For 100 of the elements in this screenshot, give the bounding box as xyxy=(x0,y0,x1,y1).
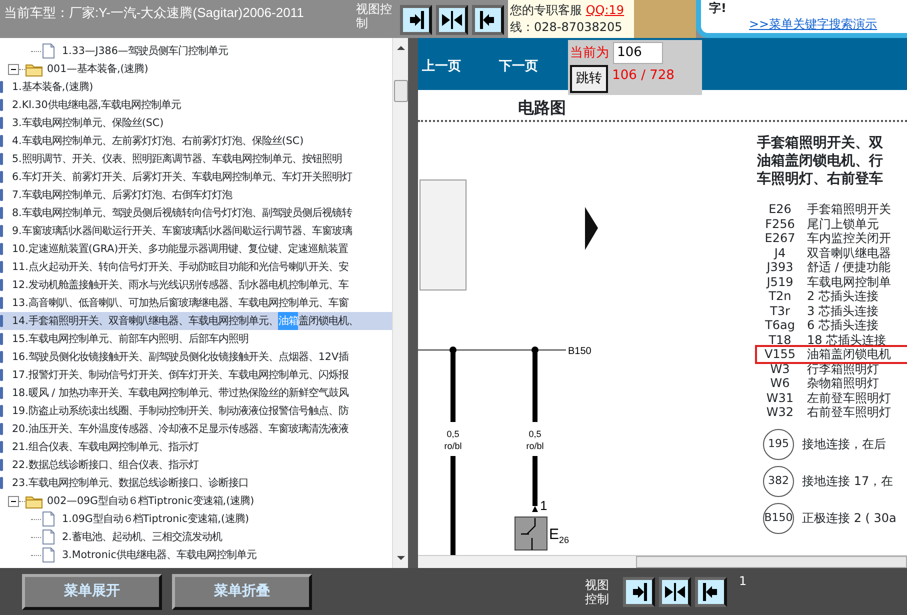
arrow-marker-icon xyxy=(585,207,598,250)
legend-code: W31 xyxy=(765,390,795,405)
bus-label: B150 xyxy=(568,346,592,357)
view-control-label: 视图控制 xyxy=(356,1,393,32)
page-icon xyxy=(0,296,4,310)
wire-label: ro/bl xyxy=(526,441,544,451)
page-number: 1 xyxy=(739,573,747,590)
tree-item[interactable]: 7.车载电网控制单元、后雾灯灯泡、右倒车灯灯泡 xyxy=(0,186,392,204)
tree-item[interactable]: 20.油压开关、车外温度传感器、冷却液不足显示传感器、车窗玻璃清洗液液 xyxy=(0,420,392,438)
tree-item[interactable]: 1.基本装备,(速腾) xyxy=(0,78,392,96)
page-icon xyxy=(0,278,4,292)
service-phone: 线：028-87038205 xyxy=(510,19,624,36)
tree-item[interactable]: 1.09G型自动６档Tiptronic变速箱,(速腾) xyxy=(0,510,392,528)
legend-description: 双音喇叭继电器 xyxy=(807,246,891,260)
legend-code: J4 xyxy=(772,246,787,260)
connection-description: 正极连接 2 ( 30a xyxy=(802,510,896,527)
page-icon xyxy=(0,188,4,202)
legend-code: E267 xyxy=(764,231,796,246)
horizontal-scrollbar[interactable] xyxy=(418,555,907,568)
legend-description: 手套箱照明开关 xyxy=(807,202,891,216)
page-icon xyxy=(0,152,4,166)
tree-item[interactable]: 11.点火起动开关、转向信号灯开关、手动防眩目功能和光信号喇叭开关、安 xyxy=(0,258,392,276)
tree-item[interactable]: 5.照明调节、开关、仪表、照明距离调节器、车载电网控制单元、按钮照明 xyxy=(0,150,392,168)
tree-item[interactable]: 8.车载电网控制单元、驾驶员侧后视镜转向信号灯灯泡、副驾驶员侧后视镜转 xyxy=(0,204,392,222)
qq-link[interactable]: QQ:19 xyxy=(586,3,624,17)
tree-item[interactable]: 23.车载电网控制单元、数据总线诊断接口、诊断接口 xyxy=(0,474,392,492)
view-button[interactable] xyxy=(623,576,655,606)
component-label: E$_{26}$ xyxy=(549,526,570,545)
legend-code: V155 xyxy=(763,347,797,362)
search-demo-link[interactable]: >>菜单关键字搜索演示 xyxy=(749,17,878,31)
vertical-scrollbar[interactable] xyxy=(392,38,408,568)
tree-item[interactable]: 002—09G型自动６档Tiptronic变速箱,(速腾) xyxy=(0,492,392,510)
page-icon xyxy=(41,547,56,563)
legend-code: J519 xyxy=(765,274,794,289)
tree-item[interactable]: 17.报警灯开关、制动信号灯开关、倒车灯开关、车载电网控制单元、闪烁报 xyxy=(0,366,392,384)
prev-page-link[interactable]: 上一页 xyxy=(422,57,461,76)
page-icon xyxy=(0,116,4,130)
jump-button[interactable]: 跳转 xyxy=(570,64,608,93)
tree-item[interactable]: 001—基本装备,(速腾) xyxy=(0,60,392,78)
legend-code: T18 xyxy=(768,332,792,347)
view-button[interactable] xyxy=(436,5,468,35)
tree-item[interactable]: 21.组合仪表、车载电网控制单元、指示灯 xyxy=(0,438,392,456)
tree-item[interactable]: 9.车窗玻璃刮水器间歇运行开关、车窗玻璃刮水器间歇运行调节器、车窗玻璃 xyxy=(0,222,392,240)
legend-code: W32 xyxy=(765,405,795,420)
legend-code: T2n xyxy=(768,289,792,304)
page-icon xyxy=(41,511,56,527)
page-icon xyxy=(0,458,4,472)
page-icon xyxy=(0,206,4,220)
view-button[interactable] xyxy=(472,5,504,35)
legend-code: F256 xyxy=(764,216,796,231)
scroll-thumb[interactable] xyxy=(394,80,408,102)
legend-code: T3r xyxy=(769,304,791,318)
tree-item[interactable]: 2.Kl.30供电继电器,车载电网控制单元 xyxy=(0,96,392,114)
heading-line: 手套箱照明开关、双 xyxy=(757,134,884,152)
tree-item[interactable]: 12.发动机舱盖接触开关、雨水与光线识别传感器、刮水器电机控制单元、车 xyxy=(0,276,392,294)
tree-item[interactable]: 3.车载电网控制单元、保险丝(SC) xyxy=(0,114,392,132)
page-icon xyxy=(0,80,4,94)
legend-description: 6 芯插头连接 xyxy=(807,318,878,332)
view-button[interactable] xyxy=(400,5,432,35)
legend-code: W6 xyxy=(769,376,791,390)
page-icon xyxy=(0,422,4,436)
connection-description: 接地连接 17，在 xyxy=(802,473,894,490)
tree-item[interactable]: 4.车载电网控制单元、左前雾灯灯泡、右前雾灯灯泡、保险丝(SC) xyxy=(0,132,392,150)
tree-item[interactable]: 1.33—J386—驾驶员侧车门控制单元 xyxy=(0,42,392,60)
connection-number: 195 xyxy=(763,428,794,460)
view-button[interactable] xyxy=(659,576,691,606)
wire-label: ro/bl xyxy=(444,441,462,451)
tree-item[interactable]: 18.暖风 / 加热功率开关、车载电网控制单元、带过热保险丝的新鲜空气鼓风 xyxy=(0,384,392,402)
wire-label: 0,5 xyxy=(446,429,460,439)
legend-description: 舒适 / 便捷功能 xyxy=(807,260,891,274)
tree-item[interactable]: 19.防盗止动系统读出线圈、手制动控制开关、制动液液位报警信号触点、防 xyxy=(0,402,392,420)
current-page-label: 当前为 xyxy=(570,46,609,61)
legend-code: W3 xyxy=(769,362,791,376)
tree-item[interactable]: 15.车载电网控制单元、前部车内照明、后部车内照明 xyxy=(0,330,392,348)
tree-item[interactable]: 6.车灯开关、前雾灯开关、后雾灯开关、车载电网控制单元、车灯开关照明灯 xyxy=(0,168,392,186)
collapse-icon[interactable] xyxy=(8,64,19,74)
tree-item[interactable]: 10.定速巡航装置(GRA)开关、多功能显示器调用键、复位键、定速巡航装置 xyxy=(0,240,392,258)
legend-description: 尾门上锁单元 xyxy=(807,216,879,231)
scroll-thumb[interactable] xyxy=(636,556,907,568)
connection-number: B150 xyxy=(763,502,794,534)
tree-item[interactable]: 2.蓄电池、起动机、三相交流发动机 xyxy=(0,528,392,546)
page-icon xyxy=(0,98,4,112)
tree-item[interactable]: 3.Motronic供电继电器、车载电网控制单元 xyxy=(0,546,392,564)
page-title: 当前车型：厂家:Y-一汽-大众速腾(Sagitar)2006-2011 xyxy=(3,4,305,22)
next-page-link[interactable]: 下一页 xyxy=(499,57,538,76)
collapse-icon[interactable] xyxy=(8,496,19,506)
tree-item[interactable]: 16.驾驶员侧化妆镜接触开关、副驾驶员侧化妆镜接触开关、点烟器、12V插 xyxy=(0,348,392,366)
connection-number: 382 xyxy=(763,466,794,496)
view-button[interactable] xyxy=(695,576,727,606)
page-icon xyxy=(0,386,4,400)
legend-code: E26 xyxy=(768,202,792,216)
legend-description: 车载电网控制单 xyxy=(807,274,891,289)
page-input[interactable]: 106 xyxy=(613,42,664,64)
tree-item[interactable]: 22.数据总线诊断接口、组合仪表、指示灯 xyxy=(0,456,392,474)
mascot-placeholder xyxy=(634,0,696,38)
page-count: 106 / 728 xyxy=(612,68,674,83)
page-icon xyxy=(0,332,4,346)
connection-description: 接地连接，在后 xyxy=(802,436,886,453)
tree-item[interactable]: 13.高音喇叭、低音喇叭、可加热后窗玻璃继电器、车载电网控制单元、车窗 xyxy=(0,294,392,312)
pin-number: 1 xyxy=(540,498,548,513)
